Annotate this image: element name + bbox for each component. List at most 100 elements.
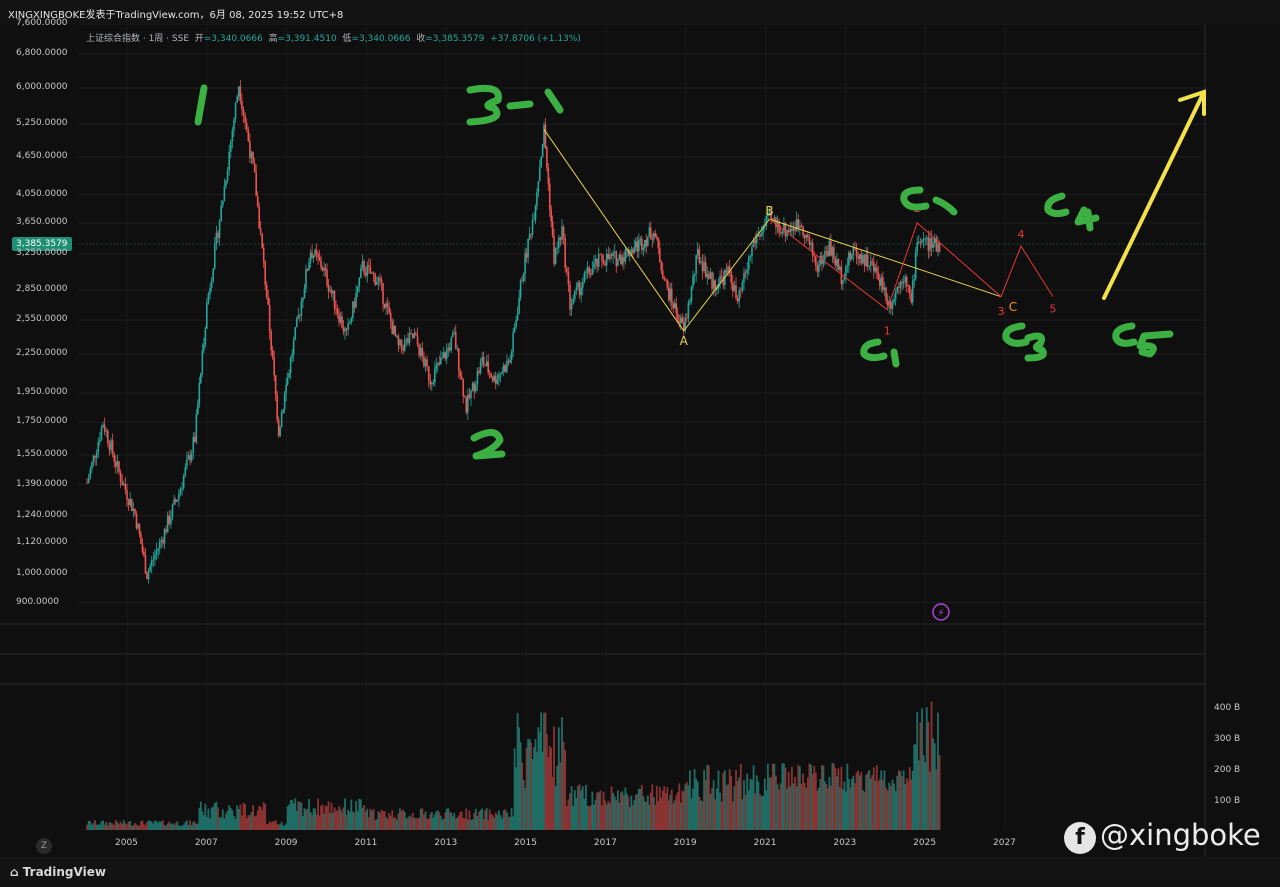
volume-bar [932,738,935,830]
candle-body [454,332,457,349]
candle-body [236,96,238,103]
volume-bar [295,810,298,830]
symbol-label[interactable]: 上证综合指数 · 1周 · SSE [86,34,189,44]
volume-bar [154,820,156,830]
volume-bar [612,792,614,830]
candle-body [580,287,582,296]
volume-bar [783,763,785,830]
candle-body [638,239,640,252]
zoom-reset-button[interactable]: Z [36,838,52,854]
candle-body [92,455,95,463]
volume-bar [929,771,931,830]
volume-bar [86,824,88,830]
volume-bar [127,821,130,830]
candle-body [639,238,642,240]
volume-bar [759,794,761,830]
subwave-label-4: 4 [1017,228,1024,241]
volume-bar [218,817,221,830]
candle-body [808,237,811,245]
candle-body [813,255,816,257]
candle-body [749,256,752,258]
candle-body [233,119,235,131]
candle-body [624,249,627,262]
candle-body [629,255,631,257]
candle-body [135,513,138,529]
candle-body [273,357,275,376]
candle-body [533,219,535,221]
candle-body [424,359,427,367]
tradingview-logo[interactable]: ⌂ TradingView [10,865,106,879]
candle-body [597,254,600,267]
candle-body [119,472,122,482]
volume-bar [89,821,92,830]
candle-body [221,200,224,206]
volume-bar [389,815,392,830]
price-tick-label: 5,250.0000 [16,118,68,129]
volume-bar [423,814,425,830]
volume-bar [118,823,120,830]
candle-body [312,255,315,259]
candle-body [676,313,679,322]
candle-body [459,370,462,377]
volume-bar [108,822,111,830]
volume-bar [105,822,108,830]
volume-bar [213,803,216,830]
volume-bar [933,743,936,830]
candle-body [797,219,800,228]
candle-body [775,217,777,228]
volume-bar [706,764,709,830]
volume-bar [474,808,477,830]
time-tick-label: 2009 [274,838,298,848]
candle-body [279,426,281,436]
candle-body [333,290,336,309]
volume-bar [569,793,571,830]
candle-body [720,276,723,277]
volume-bar [250,812,253,830]
volume-bar [743,780,745,830]
candle-body [506,360,508,372]
candle-body [811,242,814,256]
candle-body [732,282,734,292]
candle-body [274,375,277,395]
candle-body [651,238,654,240]
candle-body [641,238,643,250]
candle-body [195,414,198,442]
volume-bar [499,815,502,830]
volume-bar [897,770,900,830]
candle-body [878,279,881,286]
volume-bar [800,783,803,830]
candle-body [261,233,263,248]
candle-body [744,272,747,274]
volume-bar [784,767,787,830]
candle-body [302,298,304,302]
candle-body [143,552,145,556]
volume-bar [116,822,119,830]
candle-body [178,493,180,500]
volume-bar [578,784,581,830]
candle-body [781,231,784,234]
candle-body [818,264,820,272]
volume-bar [730,776,733,830]
candle-body [380,279,383,284]
volume-bar [209,818,211,830]
volume-bar [252,805,255,830]
candle-body [617,258,619,267]
volume-bar [470,819,472,830]
candle-body [203,344,205,351]
candle-body [94,455,96,458]
candle-body [538,167,541,181]
candle-body [481,357,483,362]
candle-body [938,243,941,252]
candle-body [189,455,191,461]
candle-body [648,227,651,237]
candle-body [519,280,522,298]
candle-body [184,467,187,476]
candle-body [352,301,354,319]
candle-body [382,283,384,304]
volume-bar [249,815,251,830]
volume-bar [234,818,237,830]
candle-body [379,277,381,280]
candle-body [488,372,491,374]
svg-text:⚡: ⚡ [937,608,944,619]
candle-body [875,267,878,272]
